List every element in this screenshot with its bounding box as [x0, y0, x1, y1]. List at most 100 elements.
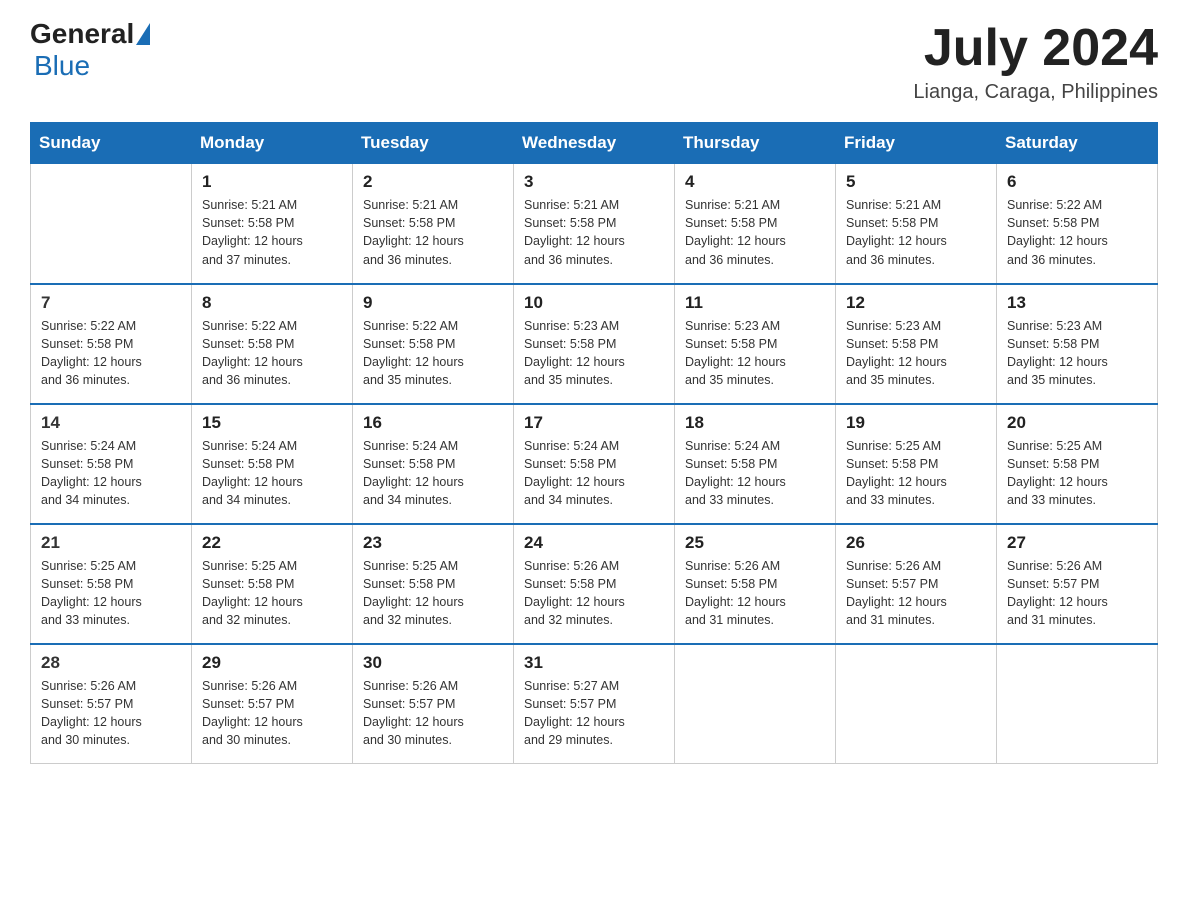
location: Lianga, Caraga, Philippines [913, 81, 1158, 104]
header: General Blue July 2024 Lianga, Caraga, P… [30, 20, 1158, 104]
day-info: Sunrise: 5:25 AMSunset: 5:58 PMDaylight:… [846, 437, 986, 510]
calendar-cell: 24 Sunrise: 5:26 AMSunset: 5:58 PMDayligh… [514, 524, 675, 644]
day-info: Sunrise: 5:22 AMSunset: 5:58 PMDaylight:… [41, 317, 181, 390]
calendar-cell: 8 Sunrise: 5:22 AMSunset: 5:58 PMDaylight… [192, 284, 353, 404]
calendar-cell: 22Sunrise: 5:25 AMSunset: 5:58 PMDayligh… [192, 524, 353, 644]
day-number: 5 [846, 172, 986, 192]
calendar-cell: 17 Sunrise: 5:24 AMSunset: 5:58 PMDayligh… [514, 404, 675, 524]
calendar-cell [997, 644, 1158, 764]
day-info: Sunrise: 5:22 AMSunset: 5:58 PMDaylight:… [363, 317, 503, 390]
calendar-header-friday: Friday [836, 123, 997, 164]
day-number: 4 [685, 172, 825, 192]
day-number: 29 [202, 653, 342, 673]
calendar-cell: 12 Sunrise: 5:23 AMSunset: 5:58 PMDayligh… [836, 284, 997, 404]
day-number: 7 [41, 293, 181, 313]
calendar-cell: 21 Sunrise: 5:25 AMSunset: 5:58 PMDayligh… [31, 524, 192, 644]
page: General Blue July 2024 Lianga, Caraga, P… [0, 0, 1188, 918]
day-number: 19 [846, 413, 986, 433]
calendar-cell [675, 644, 836, 764]
week-row-4: 21 Sunrise: 5:25 AMSunset: 5:58 PMDayligh… [31, 524, 1158, 644]
month-title: July 2024 [913, 20, 1158, 77]
logo-triangle-icon [136, 23, 150, 45]
calendar-cell: 20Sunrise: 5:25 AMSunset: 5:58 PMDayligh… [997, 404, 1158, 524]
day-number: 11 [685, 293, 825, 313]
day-number: 8 [202, 293, 342, 313]
day-info: Sunrise: 5:26 AMSunset: 5:57 PMDaylight:… [41, 677, 181, 750]
day-info: Sunrise: 5:21 AMSunset: 5:58 PMDaylight:… [685, 196, 825, 269]
day-number: 27 [1007, 533, 1147, 553]
day-number: 1 [202, 172, 342, 192]
calendar-cell: 10 Sunrise: 5:23 AMSunset: 5:58 PMDayligh… [514, 284, 675, 404]
day-info: Sunrise: 5:23 AMSunset: 5:58 PMDaylight:… [685, 317, 825, 390]
day-info: Sunrise: 5:25 AMSunset: 5:58 PMDaylight:… [363, 557, 503, 630]
day-number: 21 [41, 533, 181, 553]
calendar-header-tuesday: Tuesday [353, 123, 514, 164]
logo-text: General [30, 20, 152, 48]
day-info: Sunrise: 5:21 AMSunset: 5:58 PMDaylight:… [363, 196, 503, 269]
calendar-cell: 25 Sunrise: 5:26 AMSunset: 5:58 PMDayligh… [675, 524, 836, 644]
day-number: 9 [363, 293, 503, 313]
calendar-cell: 5Sunrise: 5:21 AMSunset: 5:58 PMDaylight… [836, 164, 997, 284]
week-row-3: 14 Sunrise: 5:24 AMSunset: 5:58 PMDayligh… [31, 404, 1158, 524]
calendar-cell: 28 Sunrise: 5:26 AMSunset: 5:57 PMDayligh… [31, 644, 192, 764]
day-number: 17 [524, 413, 664, 433]
day-number: 30 [363, 653, 503, 673]
day-info: Sunrise: 5:24 AMSunset: 5:58 PMDaylight:… [363, 437, 503, 510]
logo-general: General [30, 20, 134, 48]
day-number: 14 [41, 413, 181, 433]
day-info: Sunrise: 5:26 AMSunset: 5:57 PMDaylight:… [363, 677, 503, 750]
calendar-cell: 2 Sunrise: 5:21 AMSunset: 5:58 PMDaylight… [353, 164, 514, 284]
calendar-cell: 29 Sunrise: 5:26 AMSunset: 5:57 PMDayligh… [192, 644, 353, 764]
day-number: 12 [846, 293, 986, 313]
day-info: Sunrise: 5:24 AMSunset: 5:58 PMDaylight:… [524, 437, 664, 510]
calendar-cell [836, 644, 997, 764]
day-number: 2 [363, 172, 503, 192]
logo-blue: Blue [34, 50, 90, 81]
day-number: 10 [524, 293, 664, 313]
calendar-cell: 4 Sunrise: 5:21 AMSunset: 5:58 PMDaylight… [675, 164, 836, 284]
calendar-cell: 6Sunrise: 5:22 AMSunset: 5:58 PMDaylight… [997, 164, 1158, 284]
day-info: Sunrise: 5:25 AMSunset: 5:58 PMDaylight:… [1007, 437, 1147, 510]
day-info: Sunrise: 5:21 AMSunset: 5:58 PMDaylight:… [524, 196, 664, 269]
calendar-cell: 11 Sunrise: 5:23 AMSunset: 5:58 PMDayligh… [675, 284, 836, 404]
calendar-cell: 30 Sunrise: 5:26 AMSunset: 5:57 PMDayligh… [353, 644, 514, 764]
day-number: 28 [41, 653, 181, 673]
day-number: 3 [524, 172, 664, 192]
calendar-cell: 23 Sunrise: 5:25 AMSunset: 5:58 PMDayligh… [353, 524, 514, 644]
day-info: Sunrise: 5:22 AMSunset: 5:58 PMDaylight:… [1007, 196, 1147, 269]
day-info: Sunrise: 5:23 AMSunset: 5:58 PMDaylight:… [524, 317, 664, 390]
calendar-cell: 3 Sunrise: 5:21 AMSunset: 5:58 PMDaylight… [514, 164, 675, 284]
day-number: 16 [363, 413, 503, 433]
calendar-cell: 31 Sunrise: 5:27 AMSunset: 5:57 PMDayligh… [514, 644, 675, 764]
day-info: Sunrise: 5:24 AMSunset: 5:58 PMDaylight:… [41, 437, 181, 510]
day-number: 25 [685, 533, 825, 553]
day-number: 15 [202, 413, 342, 433]
day-number: 24 [524, 533, 664, 553]
day-info: Sunrise: 5:26 AMSunset: 5:58 PMDaylight:… [524, 557, 664, 630]
day-info: Sunrise: 5:23 AMSunset: 5:58 PMDaylight:… [846, 317, 986, 390]
calendar-header-row: SundayMondayTuesdayWednesdayThursdayFrid… [31, 123, 1158, 164]
day-info: Sunrise: 5:24 AMSunset: 5:58 PMDaylight:… [202, 437, 342, 510]
week-row-1: 1 Sunrise: 5:21 AMSunset: 5:58 PMDaylight… [31, 164, 1158, 284]
calendar-cell: 15 Sunrise: 5:24 AMSunset: 5:58 PMDayligh… [192, 404, 353, 524]
calendar-cell [31, 164, 192, 284]
calendar-cell: 9 Sunrise: 5:22 AMSunset: 5:58 PMDaylight… [353, 284, 514, 404]
day-info: Sunrise: 5:22 AMSunset: 5:58 PMDaylight:… [202, 317, 342, 390]
day-number: 23 [363, 533, 503, 553]
day-number: 22 [202, 533, 342, 553]
day-info: Sunrise: 5:26 AMSunset: 5:58 PMDaylight:… [685, 557, 825, 630]
calendar-table: SundayMondayTuesdayWednesdayThursdayFrid… [30, 122, 1158, 764]
day-info: Sunrise: 5:27 AMSunset: 5:57 PMDaylight:… [524, 677, 664, 750]
calendar-cell: 7 Sunrise: 5:22 AMSunset: 5:58 PMDaylight… [31, 284, 192, 404]
day-info: Sunrise: 5:25 AMSunset: 5:58 PMDaylight:… [41, 557, 181, 630]
week-row-5: 28 Sunrise: 5:26 AMSunset: 5:57 PMDayligh… [31, 644, 1158, 764]
day-number: 31 [524, 653, 664, 673]
calendar-cell: 18Sunrise: 5:24 AMSunset: 5:58 PMDayligh… [675, 404, 836, 524]
calendar-header-monday: Monday [192, 123, 353, 164]
calendar-header-thursday: Thursday [675, 123, 836, 164]
week-row-2: 7 Sunrise: 5:22 AMSunset: 5:58 PMDaylight… [31, 284, 1158, 404]
day-number: 26 [846, 533, 986, 553]
day-info: Sunrise: 5:26 AMSunset: 5:57 PMDaylight:… [202, 677, 342, 750]
calendar-cell: 14 Sunrise: 5:24 AMSunset: 5:58 PMDayligh… [31, 404, 192, 524]
calendar-cell: 13Sunrise: 5:23 AMSunset: 5:58 PMDayligh… [997, 284, 1158, 404]
